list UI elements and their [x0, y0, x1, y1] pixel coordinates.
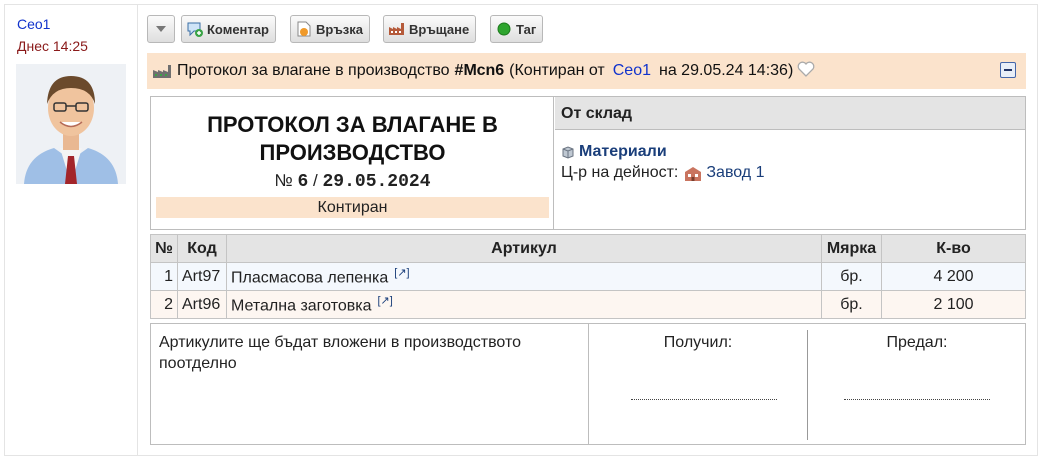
store-header: От склад	[555, 97, 1025, 130]
tag-button[interactable]: Таг	[490, 15, 544, 43]
document-date: 29.05.2024	[322, 172, 431, 192]
row-code: Art97	[177, 262, 227, 291]
comment-button[interactable]: Коментар	[181, 15, 276, 43]
document-state: Контиран	[156, 197, 549, 218]
number-sign: №	[274, 171, 293, 190]
dropdown-button[interactable]	[147, 15, 175, 43]
received-signature-line	[631, 399, 777, 400]
factory-icon	[152, 62, 174, 80]
post-frame: Сео1 Днес 14:25 Коментар Връзка Връщане …	[4, 4, 1038, 456]
number-value: 6	[297, 172, 309, 192]
row-number: 1	[150, 262, 178, 291]
comment-add-icon	[186, 20, 204, 38]
box-icon	[561, 145, 575, 159]
handed-label: Предал:	[886, 334, 948, 351]
items-header-row: № Код Артикул Мярка К-во	[150, 234, 1026, 263]
document-title-cell: ПРОТОКОЛ ЗА ВЛАГАНЕ В ПРОИЗВОДСТВО № 6 /…	[151, 97, 554, 229]
header-title: Протокол за влагане в производство	[177, 62, 450, 79]
building-icon	[684, 166, 702, 181]
handed-signature-line	[844, 399, 990, 400]
comment-button-label: Коментар	[207, 21, 269, 37]
signature-area: Получил: Предал:	[588, 324, 1026, 444]
post-time: Днес 14:25	[17, 38, 88, 54]
article-name: Метална заготовка	[231, 297, 372, 315]
document-info: ПРОТОКОЛ ЗА ВЛАГАНЕ В ПРОИЗВОДСТВО № 6 /…	[150, 96, 1026, 230]
table-row: 2 Art96 Метална заготовка [↗] бр. 2 100	[150, 290, 1026, 319]
factory-return-icon	[388, 20, 406, 38]
activity-center-line: Ц-р на дейност: Завод 1	[561, 162, 764, 183]
link-button[interactable]: Връзка	[290, 15, 371, 43]
green-dot-icon	[495, 20, 513, 38]
header-user-link[interactable]: Сео1	[613, 62, 651, 80]
activity-center-link[interactable]: Завод 1	[706, 164, 764, 182]
header-status-prefix: (Контиран от	[509, 62, 605, 79]
header-status-suffix: на 29.05.24 14:36)	[659, 62, 794, 79]
row-unit: бр.	[821, 290, 882, 319]
document-number: № 6 / 29.05.2024	[151, 171, 554, 192]
footer-note: Артикулите ще бъдат вложени в производст…	[159, 334, 522, 372]
col-code: Код	[177, 234, 227, 263]
items-table: № Код Артикул Мярка К-во 1 Art97 Пласмас…	[150, 234, 1026, 319]
col-quantity: К-во	[881, 234, 1026, 263]
header-doc-code[interactable]: #Мсn6	[455, 62, 505, 80]
row-quantity: 4 200	[881, 262, 1026, 291]
link-document-icon	[295, 20, 313, 38]
external-link-icon[interactable]: [↗]	[394, 267, 409, 279]
row-unit: бр.	[821, 262, 882, 291]
chevron-down-icon	[156, 26, 166, 32]
row-number: 2	[150, 290, 178, 319]
document-footer: Артикулите ще бъдат вложени в производст…	[150, 323, 1026, 445]
row-quantity: 2 100	[881, 290, 1026, 319]
row-article: Пласмасова лепенка [↗]	[226, 262, 822, 291]
author-column: Сео1 Днес 14:25	[5, 5, 138, 455]
return-button-label: Връщане	[409, 21, 470, 37]
col-number: №	[150, 234, 178, 263]
store-name-link[interactable]: Материали	[579, 143, 667, 161]
tag-button-label: Таг	[516, 21, 537, 37]
collapse-icon[interactable]	[1000, 62, 1016, 78]
number-separator: /	[313, 171, 318, 190]
document-title: ПРОТОКОЛ ЗА ВЛАГАНЕ В ПРОИЗВОДСТВО	[207, 112, 498, 165]
row-article: Метална заготовка [↗]	[226, 290, 822, 319]
heart-icon[interactable]	[797, 61, 815, 82]
link-button-label: Връзка	[316, 21, 364, 37]
external-link-icon[interactable]: [↗]	[378, 295, 393, 307]
author-avatar[interactable]	[16, 64, 126, 184]
activity-center-label: Ц-р на дейност:	[561, 163, 679, 181]
received-label: Получил:	[663, 334, 733, 351]
document-header: Протокол за влагане в производство #Мсn6…	[147, 53, 1026, 89]
col-unit: Мярка	[821, 234, 882, 263]
store-details: Материали Ц-р на дейност: Завод 1	[561, 141, 764, 183]
row-code: Art96	[177, 290, 227, 319]
author-name-link[interactable]: Сео1	[17, 16, 50, 32]
return-button[interactable]: Връщане	[383, 15, 477, 43]
store-line: Материали	[561, 141, 764, 162]
article-name: Пласмасова лепенка	[231, 269, 389, 287]
col-article: Артикул	[226, 234, 822, 263]
table-row: 1 Art97 Пласмасова лепенка [↗] бр. 4 200	[150, 262, 1026, 291]
